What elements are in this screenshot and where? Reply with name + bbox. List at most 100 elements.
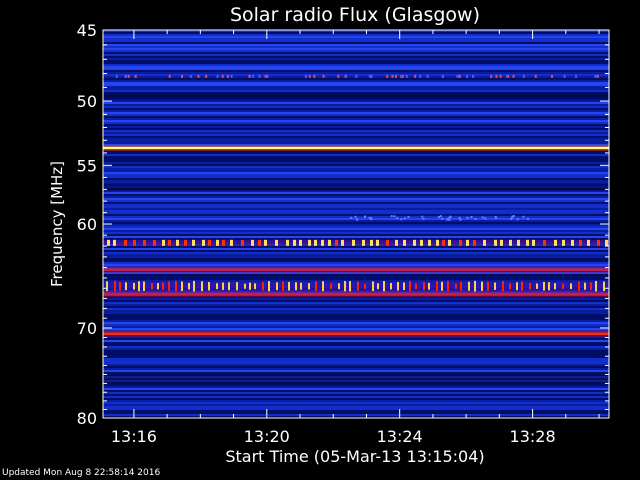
channel-stripe (103, 352, 609, 354)
emission-burst (403, 239, 406, 246)
channel-stripe (103, 218, 609, 220)
emission-burst (377, 283, 379, 290)
emission-speck (441, 74, 444, 78)
channel-stripe (103, 126, 609, 128)
x-axis-label: Start Time (05-Mar-13 13:15:04) (225, 447, 484, 466)
channel-stripe (103, 60, 609, 62)
emission-speck (441, 217, 444, 220)
channel-stripe (103, 274, 609, 276)
emission-speck (370, 74, 373, 78)
emission-burst (168, 239, 171, 246)
channel-stripe (103, 106, 609, 108)
emission-burst (509, 239, 512, 246)
emission-burst (516, 282, 518, 291)
channel-stripe (103, 310, 609, 312)
emission-burst (228, 282, 230, 291)
emission-speck (393, 215, 396, 218)
channel-stripe (103, 230, 609, 232)
channel-stripe (103, 232, 609, 234)
y-tick-label: 60 (77, 215, 97, 234)
emission-burst (526, 239, 529, 246)
emission-burst (153, 239, 156, 246)
channel-stripe (103, 82, 609, 84)
emission-burst (554, 239, 557, 246)
emission-burst (322, 281, 324, 292)
channel-stripe (103, 178, 609, 180)
emission-burst (532, 239, 535, 246)
channel-stripe (103, 258, 609, 260)
emission-speck (396, 217, 399, 220)
emission-speck (258, 74, 261, 78)
emission-speck (522, 74, 525, 78)
channel-stripe (103, 128, 609, 130)
emission-burst (244, 283, 246, 289)
channel-stripe (103, 160, 609, 162)
emission-speck (115, 74, 118, 78)
emission-burst (208, 281, 210, 291)
channel-stripe (103, 252, 609, 254)
spectrogram-chart: 45 50 55 60 70 80 13:16 13:20 13:24 13:28 Solar … (48, 4, 610, 466)
channel-stripe (103, 102, 609, 104)
channel-stripe (103, 54, 609, 56)
emission-speck (356, 218, 359, 221)
emission-burst (487, 281, 489, 291)
channel-stripe (103, 46, 609, 48)
channel-stripe (103, 100, 609, 102)
channel-stripe (103, 312, 609, 314)
channel-stripe (103, 194, 609, 196)
channel-stripe (103, 392, 609, 394)
channel-stripe (103, 228, 609, 230)
emission-burst (222, 239, 225, 246)
channel-stripe (103, 338, 609, 340)
channel-stripe (103, 384, 609, 386)
emission-speck (226, 74, 229, 78)
emission-speck (527, 217, 530, 220)
channel-stripe (103, 250, 609, 252)
emission-speck (337, 74, 340, 78)
emission-burst (395, 239, 398, 246)
emission-burst (447, 280, 449, 292)
y-axis-label: Frequency [MHz] (48, 161, 66, 287)
emission-burst (370, 239, 373, 246)
channel-stripe (103, 156, 609, 158)
emission-speck (127, 74, 130, 78)
channel-stripe (103, 140, 609, 142)
emission-burst (455, 283, 457, 289)
channel-stripe (103, 342, 609, 344)
emission-speck (470, 216, 473, 219)
channel-stripe (103, 260, 609, 262)
emission-burst (468, 281, 470, 291)
channel-stripe (103, 72, 609, 74)
channel-stripe (103, 410, 609, 412)
emission-line (103, 268, 609, 271)
emission-burst (133, 239, 136, 246)
channel-stripe (103, 64, 609, 66)
channel-stripe (103, 300, 609, 302)
emission-burst (554, 283, 556, 290)
emission-burst (509, 283, 511, 290)
emission-speck (495, 216, 498, 219)
channel-stripe (103, 192, 609, 194)
emission-burst (357, 281, 359, 291)
channel-stripe (103, 180, 609, 182)
emission-burst (308, 283, 310, 290)
emission-speck (447, 217, 450, 220)
channel-stripe (103, 366, 609, 368)
channel-stripe (103, 206, 609, 208)
channel-stripe (103, 142, 609, 144)
emission-speck (499, 74, 502, 78)
channel-stripe (103, 346, 609, 348)
channel-stripe (103, 56, 609, 58)
emission-burst (423, 282, 425, 291)
dark-band (103, 94, 609, 101)
emission-burst (114, 280, 116, 292)
channel-stripe (103, 358, 609, 360)
emission-burst (314, 239, 317, 246)
emission-burst (295, 282, 297, 291)
emission-burst (151, 283, 153, 290)
emission-burst (321, 239, 324, 246)
channel-stripe (103, 396, 609, 398)
emission-burst (275, 239, 278, 246)
channel-stripe (103, 154, 609, 156)
channel-stripe (103, 394, 609, 396)
